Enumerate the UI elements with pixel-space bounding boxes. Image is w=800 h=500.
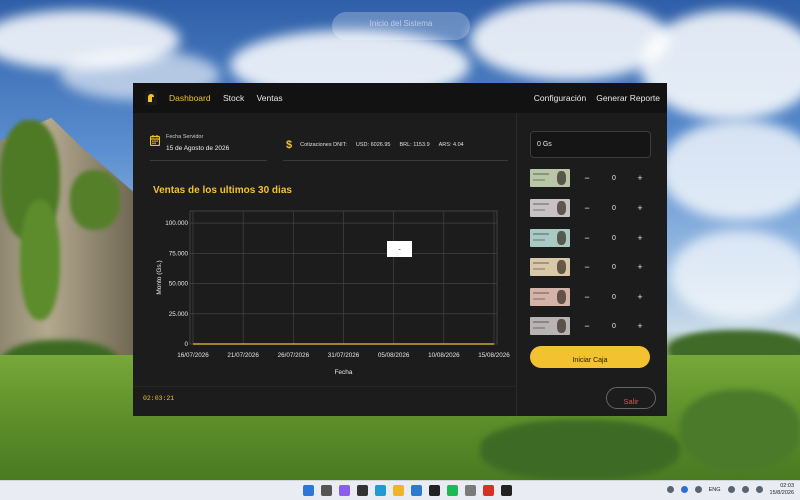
copilot-icon[interactable]: [339, 485, 350, 496]
bill-row: − 0 +: [530, 168, 655, 188]
x-tick-label: 05/08/2026: [378, 352, 410, 359]
bill-row: − 0 +: [530, 198, 655, 218]
vscode-icon[interactable]: [411, 485, 422, 496]
taskbar-date: 15/8/2026: [769, 489, 794, 496]
notion-icon[interactable]: [429, 485, 440, 496]
y-tick-label: 75.000: [169, 250, 189, 257]
x-axis-label: Fecha: [334, 369, 352, 376]
bill-row: − 0 +: [530, 287, 655, 307]
mail-icon[interactable]: [465, 485, 476, 496]
bill-row: − 0 +: [530, 316, 655, 336]
banknote-image: [530, 258, 570, 276]
spotify-icon[interactable]: [447, 485, 458, 496]
footer-divider: [133, 386, 516, 387]
tray-app-icon[interactable]: [694, 486, 702, 494]
terminal-icon[interactable]: [357, 485, 368, 496]
x-tick-label: 10/08/2026: [428, 352, 460, 359]
x-tick-label: 31/07/2026: [328, 352, 360, 359]
bill-count: 0: [612, 293, 616, 301]
bluetooth-icon[interactable]: [680, 486, 688, 494]
nav-configuracion[interactable]: Configuración: [534, 93, 586, 103]
x-tick-label: 15/08/2026: [478, 352, 510, 359]
app-icon[interactable]: [501, 485, 512, 496]
bill-count: 0: [612, 322, 616, 330]
bill-count: 0: [612, 234, 616, 242]
system-notification: Inicio del Sistema: [332, 12, 470, 40]
y-tick-label: 100.000: [165, 220, 188, 227]
sales-chart: 16/07/2026 21/07/2026 26/07/2026 31/07/2026…: [156, 210, 510, 376]
session-clock: 02:03:21: [143, 395, 175, 402]
decrement-button[interactable]: −: [582, 173, 592, 183]
increment-button[interactable]: +: [635, 321, 645, 331]
decrement-button[interactable]: −: [582, 321, 592, 331]
nav-generar-reporte[interactable]: Generar Reporte: [596, 93, 660, 103]
bill-row: − 0 +: [530, 257, 655, 277]
panel-divider: [516, 113, 517, 416]
increment-button[interactable]: +: [635, 233, 645, 243]
bill-row: − 0 +: [530, 228, 655, 248]
tray-up-icon[interactable]: [666, 486, 674, 494]
search-icon[interactable]: [321, 485, 332, 496]
taskbar-time: 02:03: [780, 483, 794, 489]
volume-icon[interactable]: [741, 486, 749, 494]
app-window: Dashboard Stock Ventas Configuración Gen…: [133, 83, 667, 416]
explorer-icon[interactable]: [393, 485, 404, 496]
increment-button[interactable]: +: [635, 292, 645, 302]
banknote-image: [530, 199, 570, 217]
y-axis-label: Monto (Gs.): [156, 260, 163, 294]
y-tick-label: 0: [184, 341, 188, 348]
increment-button[interactable]: +: [635, 203, 645, 213]
decrement-button[interactable]: −: [582, 233, 592, 243]
increment-button[interactable]: +: [635, 173, 645, 183]
windows-icon[interactable]: [303, 485, 314, 496]
salir-button[interactable]: Salir: [606, 387, 656, 409]
y-tick-label: 50.000: [169, 281, 189, 288]
iniciar-caja-button[interactable]: Iniciar Caja: [530, 346, 650, 368]
chrome-icon[interactable]: [483, 485, 494, 496]
nav-right: Configuración Generar Reporte: [534, 93, 660, 103]
banknote-image: [530, 169, 570, 187]
cash-total-field[interactable]: 0 Gs: [530, 131, 651, 158]
x-tick-label: 26/07/2026: [278, 352, 310, 359]
banknote-image: [530, 288, 570, 306]
x-tick-label: 21/07/2026: [227, 352, 259, 359]
edge-icon[interactable]: [375, 485, 386, 496]
decrement-button[interactable]: −: [582, 292, 592, 302]
taskbar-apps: [303, 485, 512, 496]
bill-count: 0: [612, 174, 616, 182]
taskbar: ENG 02:03 15/8/2026: [0, 480, 800, 500]
system-tray: ENG 02:03 15/8/2026: [666, 483, 794, 497]
decrement-button[interactable]: −: [582, 203, 592, 213]
decrement-button[interactable]: −: [582, 262, 592, 272]
taskbar-clock[interactable]: 02:03 15/8/2026: [770, 483, 794, 497]
y-tick-label: 25.000: [169, 311, 189, 318]
bill-count: 0: [612, 204, 616, 212]
increment-button[interactable]: +: [635, 262, 645, 272]
language-indicator[interactable]: ENG: [709, 487, 721, 493]
banknote-image: [530, 317, 570, 335]
banknote-image: [530, 229, 570, 247]
wifi-icon[interactable]: [727, 486, 735, 494]
bill-count: 0: [612, 263, 616, 271]
x-tick-label: 16/07/2026: [177, 352, 209, 359]
battery-icon[interactable]: [755, 486, 763, 494]
